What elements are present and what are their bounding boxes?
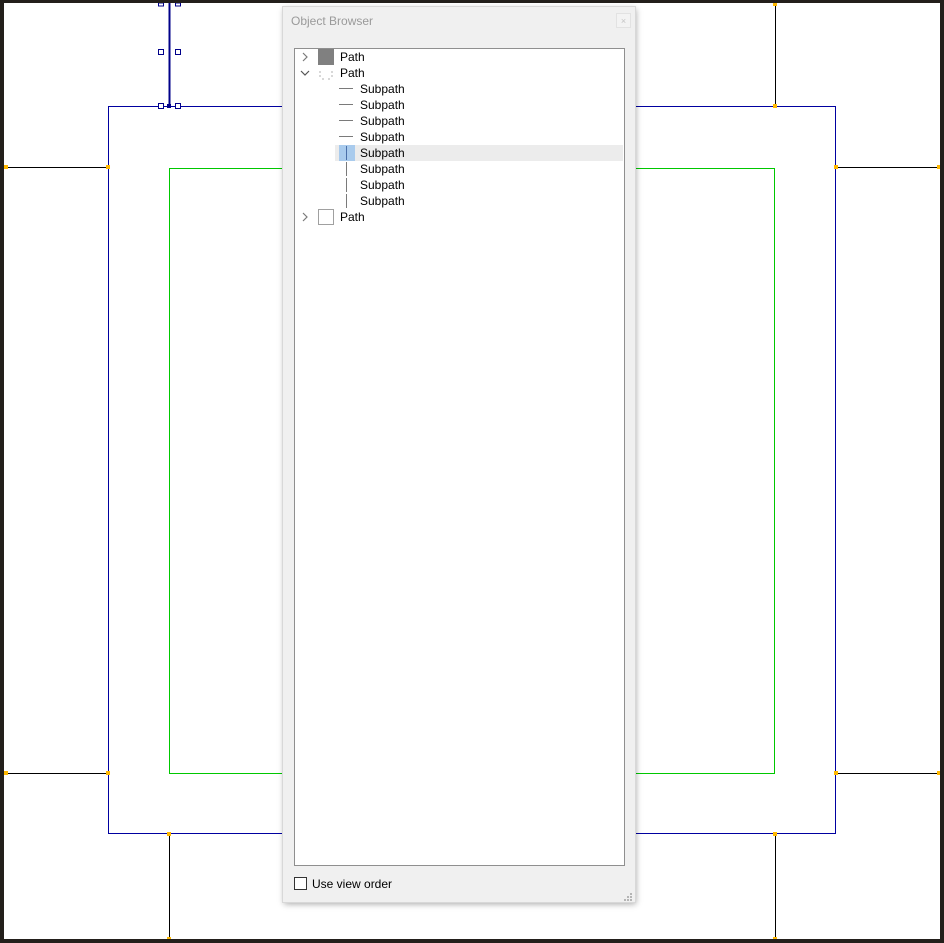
control-handle[interactable] — [175, 49, 181, 55]
object-browser-panel: Object Browser × Path Path Subpath Subpa… — [283, 7, 635, 902]
node-handle[interactable] — [4, 165, 8, 169]
chevron-down-icon[interactable] — [299, 67, 311, 79]
tree-item-label: Subpath — [360, 146, 405, 160]
tree-item-label: Subpath — [360, 130, 405, 144]
resize-grip-icon[interactable] — [623, 892, 633, 902]
close-button[interactable]: × — [616, 13, 631, 28]
vertical-line-icon — [339, 193, 355, 209]
node-handle[interactable] — [106, 771, 110, 775]
tree-item-label: Path — [340, 50, 365, 64]
tree-item-label: Subpath — [360, 162, 405, 176]
control-handle[interactable] — [175, 3, 181, 7]
horizontal-line-icon — [339, 81, 355, 97]
node-handle[interactable] — [773, 104, 777, 108]
tree-item-subpath[interactable]: Subpath — [295, 81, 623, 97]
panel-title: Object Browser — [291, 14, 374, 28]
tree-item-label: Subpath — [360, 98, 405, 112]
vertical-line-icon — [339, 161, 355, 177]
selected-node-handle[interactable] — [167, 104, 171, 108]
node-handle[interactable] — [106, 165, 110, 169]
tree-item-label: Path — [340, 210, 365, 224]
tree-item-subpath[interactable]: Subpath — [295, 129, 623, 145]
chevron-right-icon[interactable] — [299, 51, 311, 63]
horizontal-line-icon — [339, 113, 355, 129]
node-handle[interactable] — [937, 165, 940, 169]
vertical-line-icon — [339, 145, 355, 161]
tree-item-path[interactable]: Path — [295, 65, 623, 81]
object-tree[interactable]: Path Path Subpath Subpath Subpath Subpat — [294, 48, 625, 866]
chevron-right-icon[interactable] — [299, 211, 311, 223]
node-handle[interactable] — [834, 165, 838, 169]
tree-item-label: Path — [340, 66, 365, 80]
path-thumbnail-icon — [318, 209, 334, 225]
control-handle[interactable] — [158, 103, 164, 109]
horizontal-line-icon — [339, 97, 355, 113]
node-handle[interactable] — [773, 937, 777, 939]
tree-item-label: Subpath — [360, 194, 405, 208]
tree-item-subpath[interactable]: Subpath — [295, 177, 623, 193]
use-view-order-checkbox[interactable] — [294, 877, 307, 890]
tree-item-label: Subpath — [360, 82, 405, 96]
vertical-line-icon — [339, 177, 355, 193]
path-thumbnail-icon — [318, 65, 334, 81]
node-handle[interactable] — [834, 771, 838, 775]
tree-item-subpath-selected[interactable]: Subpath — [295, 145, 623, 161]
tree-item-label: Subpath — [360, 114, 405, 128]
control-handle[interactable] — [175, 103, 181, 109]
tree-item-label: Subpath — [360, 178, 405, 192]
tree-item-subpath[interactable]: Subpath — [295, 193, 623, 209]
node-handle[interactable] — [773, 3, 777, 6]
control-handle[interactable] — [158, 3, 164, 7]
node-handle[interactable] — [167, 937, 171, 939]
path-thumbnail-icon — [318, 49, 334, 65]
node-handle[interactable] — [937, 771, 940, 775]
tree-item-path[interactable]: Path — [295, 209, 623, 225]
node-handle[interactable] — [773, 832, 777, 836]
tree-item-subpath[interactable]: Subpath — [295, 113, 623, 129]
tree-item-path[interactable]: Path — [295, 49, 623, 65]
use-view-order-label: Use view order — [312, 877, 393, 891]
tree-item-subpath[interactable]: Subpath — [295, 161, 623, 177]
control-handle[interactable] — [158, 49, 164, 55]
node-handle[interactable] — [4, 771, 8, 775]
node-handle[interactable] — [167, 832, 171, 836]
tree-item-subpath[interactable]: Subpath — [295, 97, 623, 113]
horizontal-line-icon — [339, 129, 355, 145]
